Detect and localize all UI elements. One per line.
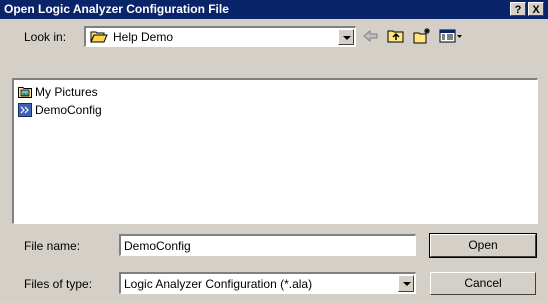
pictures-folder-icon [18,85,32,99]
back-arrow-icon[interactable] [360,27,380,45]
open-button[interactable]: Open [429,233,537,258]
look-in-label: Look in: [24,30,67,44]
look-in-combo[interactable]: Help Demo [84,26,356,47]
file-name-value: DemoConfig [124,239,191,253]
folder-open-icon [90,30,108,43]
config-file-icon [18,103,32,117]
open-file-dialog: Open Logic Analyzer Configuration File ?… [0,0,548,303]
new-folder-icon[interactable] [412,27,432,45]
file-type-value: Logic Analyzer Configuration (*.ala) [124,277,313,291]
close-button[interactable]: X [528,2,544,16]
up-folder-icon[interactable] [386,27,406,45]
look-in-value: Help Demo [113,30,174,44]
views-menu-icon[interactable] [438,27,464,45]
file-list[interactable]: My Pictures DemoConfig [12,78,538,224]
look-in-dropdown-button[interactable] [338,29,354,45]
file-type-dropdown-button[interactable] [398,275,414,292]
file-type-label: Files of type: [24,277,93,291]
file-name-label: File name: [24,239,81,253]
file-type-select[interactable]: Logic Analyzer Configuration (*.ala) [119,272,416,294]
list-item-label: DemoConfig [35,103,102,117]
list-item-label: My Pictures [35,85,98,99]
dialog-title: Open Logic Analyzer Configuration File [4,2,229,16]
cancel-button[interactable]: Cancel [430,272,536,295]
title-bar[interactable]: Open Logic Analyzer Configuration File ?… [0,0,548,19]
file-name-field[interactable]: DemoConfig [119,234,416,256]
help-button[interactable]: ? [510,2,526,16]
